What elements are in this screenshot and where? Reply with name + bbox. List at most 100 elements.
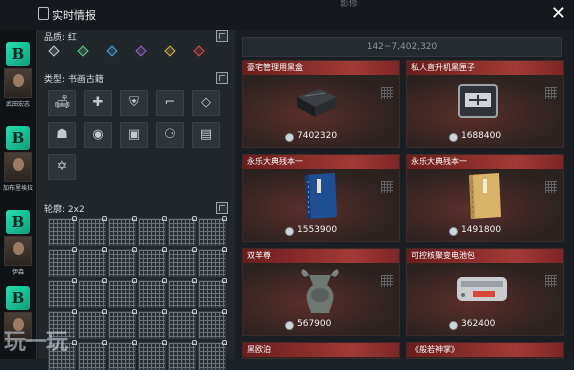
coin-icon [285,321,294,330]
car-icon[interactable]: ▣ [120,122,148,148]
character-item[interactable]: B 加布里埃拉 [3,126,33,192]
character-badge-icon: B [6,210,30,234]
lock-icon [102,247,107,252]
shape-option[interactable] [198,247,227,277]
character-name: 加布里埃拉 [3,185,34,192]
shape-option[interactable] [78,278,107,308]
quality-diamond-icon[interactable] [164,45,176,57]
item-card[interactable]: 可控核聚变电池包 362400 [406,248,564,336]
shape-option[interactable] [198,340,227,370]
item-name: 永乐大典残本一 [411,157,467,166]
shape-option[interactable] [138,216,167,246]
shape-option[interactable] [78,216,107,246]
medkit-icon[interactable]: ✚ [84,90,112,116]
item-name: 双羊尊 [247,251,271,260]
lock-icon [102,309,107,314]
item-card[interactable]: 永乐大典残本一 1491800 [406,154,564,242]
coin-icon [449,227,458,236]
shape-option[interactable] [138,247,167,277]
shape-grid-toggle-icon[interactable] [216,202,228,214]
lock-icon [132,309,137,314]
item-price: 567900 [297,319,332,329]
quality-diamond-icon[interactable] [135,45,147,57]
black-box-icon [293,85,341,119]
shape-label: 轮廓: 2x2 [44,205,85,215]
lock-icon [72,309,77,314]
quality-diamond-icon[interactable] [193,45,205,57]
character-sidebar: B 武田宏志 B 加布里埃拉 B 伊森 B [0,30,37,359]
quality-diamond-icon[interactable] [106,45,118,57]
shape-option[interactable] [198,309,227,339]
avatar [4,68,32,98]
shape-option[interactable] [198,216,227,246]
shape-option[interactable] [108,247,137,277]
shape-option[interactable] [138,340,167,370]
shape-option[interactable] [168,247,197,277]
item-card[interactable]: 黑欧泊 [242,342,400,359]
utensils-icon[interactable]: ⚆ [156,122,184,148]
shape-option[interactable] [108,216,137,246]
shape-option[interactable] [48,278,77,308]
tan-book-icon [463,171,505,221]
pistol-icon[interactable]: ⌐ [156,90,184,116]
item-card[interactable]: 双羊尊 567900 [242,248,400,336]
character-badge-icon: B [6,42,30,66]
shape-option[interactable] [48,247,77,277]
quality-grid-toggle-icon[interactable] [216,30,228,42]
lock-icon [132,216,137,221]
shape-option[interactable] [138,278,167,308]
bronze-vessel-icon [295,267,345,317]
lock-icon [132,278,137,283]
quality-diamond-icon[interactable] [77,45,89,57]
item-card[interactable]: 永乐大典残本一 1553900 [242,154,400,242]
shape-option[interactable] [168,340,197,370]
shape-option[interactable] [78,247,107,277]
window-title: 实时情报 [52,9,96,22]
shape-option[interactable] [108,309,137,339]
cap-icon[interactable]: ☗ [48,122,76,148]
book-icon[interactable]: ▤ [192,122,220,148]
sofa-icon[interactable]: 🛋 [48,90,76,116]
lock-icon [72,278,77,283]
results-panel: 142~7,402,320 豪宅管理用黑盒 7402320 私人直升机黑匣子 1… [236,30,574,359]
item-card[interactable]: 私人直升机黑匣子 1688400 [406,60,564,148]
camera-icon[interactable]: ◉ [84,122,112,148]
lock-icon [192,340,197,345]
lock-icon [162,309,167,314]
shape-option[interactable] [48,216,77,246]
lock-icon [222,309,227,314]
flight-recorder-icon [455,81,501,121]
lock-icon [192,309,197,314]
star-icon[interactable]: ✡ [48,154,76,180]
shape-option[interactable] [78,340,107,370]
lock-icon [162,216,167,221]
character-item[interactable]: B 武田宏志 [3,42,33,108]
character-item[interactable]: B 伊森 [3,210,33,276]
coin-icon [449,321,458,330]
item-card[interactable]: 《般若神掌》 [406,342,564,359]
shape-option[interactable] [108,278,137,308]
character-badge-icon: B [6,126,30,150]
intel-icon [38,7,49,20]
item-card[interactable]: 豪宅管理用黑盒 7402320 [242,60,400,148]
shape-option[interactable] [138,309,167,339]
avatar [4,152,32,182]
shape-option[interactable] [108,340,137,370]
shape-option[interactable] [198,278,227,308]
quality-diamond-icon[interactable] [48,45,60,57]
quality-label: 品质: 红 [44,33,77,43]
shape-option[interactable] [168,216,197,246]
title-bar: 实时情报 影修 ✕ [0,0,574,31]
type-grid-toggle-icon[interactable] [216,72,228,84]
vest-icon[interactable]: ⛨ [120,90,148,116]
shape-option[interactable] [78,309,107,339]
lock-icon [72,247,77,252]
close-button[interactable]: ✕ [551,3,566,25]
lock-icon [222,340,227,345]
item-name: 永乐大典残本一 [247,157,303,166]
shape-option[interactable] [168,309,197,339]
diamond-icon[interactable]: ◇ [192,90,220,116]
coin-icon [449,133,458,142]
shape-option[interactable] [168,278,197,308]
lock-icon [72,340,77,345]
